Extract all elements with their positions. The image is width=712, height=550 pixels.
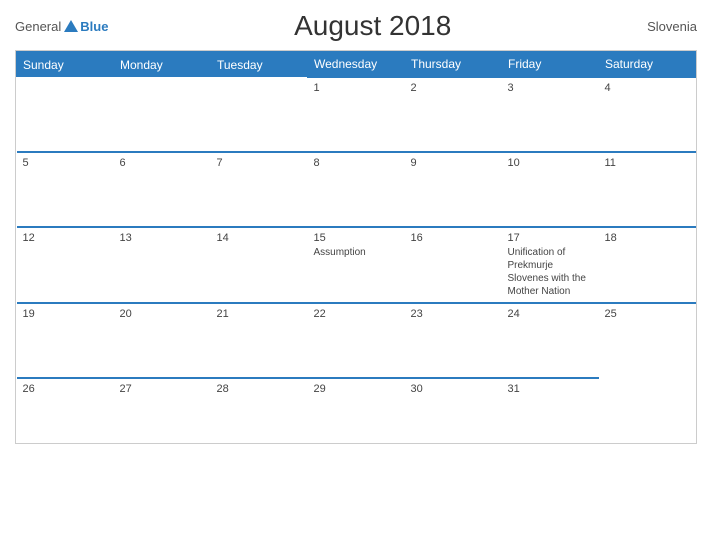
calendar-cell: 21 (211, 303, 308, 378)
day-number: 6 (120, 157, 205, 169)
logo-triangle-icon (64, 20, 78, 32)
calendar-week-row: 56789 10 11 (17, 152, 696, 227)
calendar-cell: 19 (17, 303, 114, 378)
day-number: 16 (411, 232, 496, 244)
calendar-cell: 10 (502, 152, 599, 227)
calendar-cell: 20 (114, 303, 211, 378)
day-number: 20 (120, 308, 205, 320)
day-number: 8 (314, 157, 399, 169)
calendar-cell: 29 (308, 378, 405, 443)
calendar-cell: 22 (308, 303, 405, 378)
col-saturday: Saturday (599, 52, 696, 78)
calendar-cell: 7 (211, 152, 308, 227)
calendar-cell: 2 (405, 77, 502, 152)
calendar-wrapper: Sunday Monday Tuesday Wednesday Thursday… (15, 50, 697, 444)
day-number: 11 (605, 157, 690, 169)
day-number: 13 (120, 232, 205, 244)
calendar-cell: 15 Assumption (308, 227, 405, 303)
calendar-cell: 16 (405, 227, 502, 303)
col-wednesday: Wednesday (308, 52, 405, 78)
calendar-cell: 14 (211, 227, 308, 303)
month-title: August 2018 (108, 10, 637, 42)
day-number: 12 (23, 232, 108, 244)
calendar-cell: 28 (211, 378, 308, 443)
calendar-cell: 6 (114, 152, 211, 227)
day-number: 1 (314, 82, 399, 94)
logo: General Blue (15, 19, 108, 34)
day-number: 31 (508, 383, 593, 395)
calendar-cell: 23 (405, 303, 502, 378)
day-number: 15 (314, 232, 399, 244)
calendar-cell (599, 378, 696, 443)
calendar-cell: 30 (405, 378, 502, 443)
calendar-cell: 11 (599, 152, 696, 227)
day-number: 2 (411, 82, 496, 94)
logo-blue-text: Blue (80, 19, 108, 34)
day-number: 14 (217, 232, 302, 244)
calendar-cell: 3 (502, 77, 599, 152)
calendar-cell: 4 (599, 77, 696, 152)
calendar-cell: 1 (308, 77, 405, 152)
calendar-cell: 31 (502, 378, 599, 443)
logo-general-text: General (15, 19, 61, 34)
calendar-cell: 17 Unification of Prekmurje Slovenes with… (502, 227, 599, 303)
calendar-cell: 18 (599, 227, 696, 303)
col-friday: Friday (502, 52, 599, 78)
holiday-name: Assumption (314, 247, 366, 258)
calendar-week-row: 1234 (17, 77, 696, 152)
day-number: 21 (217, 308, 302, 320)
calendar-cell (17, 77, 114, 152)
calendar-cell: 25 (599, 303, 696, 378)
col-tuesday: Tuesday (211, 52, 308, 78)
day-number: 4 (605, 82, 690, 94)
day-number: 29 (314, 383, 399, 395)
day-number: 17 (508, 232, 593, 244)
col-sunday: Sunday (17, 52, 114, 78)
day-number: 26 (23, 383, 108, 395)
day-number: 24 (508, 308, 593, 320)
country-name: Slovenia (637, 19, 697, 34)
calendar-cell: 27 (114, 378, 211, 443)
calendar-cell: 12 (17, 227, 114, 303)
day-number: 18 (605, 232, 690, 244)
calendar-cell: 9 (405, 152, 502, 227)
day-number: 22 (314, 308, 399, 320)
col-monday: Monday (114, 52, 211, 78)
calendar-cell: 8 (308, 152, 405, 227)
calendar-cell: 13 (114, 227, 211, 303)
calendar-week-row: 26 27 28 29 30 31 (17, 378, 696, 443)
calendar-cell: 24 (502, 303, 599, 378)
calendar-week-row: 19 20 21 22 23 24 25 (17, 303, 696, 378)
day-number: 9 (411, 157, 496, 169)
calendar-cell: 5 (17, 152, 114, 227)
calendar-table: Sunday Monday Tuesday Wednesday Thursday… (16, 51, 696, 443)
holiday-name: Unification of Prekmurje Slovenes with t… (508, 247, 586, 297)
day-number: 25 (605, 308, 690, 320)
calendar-cell: 26 (17, 378, 114, 443)
calendar-week-row: 12 13 14 15 Assumption 16 17 Unification of Pre… (17, 227, 696, 303)
header: General Blue August 2018 Slovenia (15, 10, 697, 42)
day-number: 28 (217, 383, 302, 395)
day-number: 19 (23, 308, 108, 320)
col-thursday: Thursday (405, 52, 502, 78)
day-number: 27 (120, 383, 205, 395)
page: General Blue August 2018 Slovenia Sunday… (0, 0, 712, 550)
calendar-cell (211, 77, 308, 152)
day-number: 3 (508, 82, 593, 94)
day-number: 10 (508, 157, 593, 169)
day-number: 7 (217, 157, 302, 169)
day-number: 30 (411, 383, 496, 395)
calendar-header-row: Sunday Monday Tuesday Wednesday Thursday… (17, 52, 696, 78)
calendar-cell (114, 77, 211, 152)
day-number: 5 (23, 157, 108, 169)
day-number: 23 (411, 308, 496, 320)
